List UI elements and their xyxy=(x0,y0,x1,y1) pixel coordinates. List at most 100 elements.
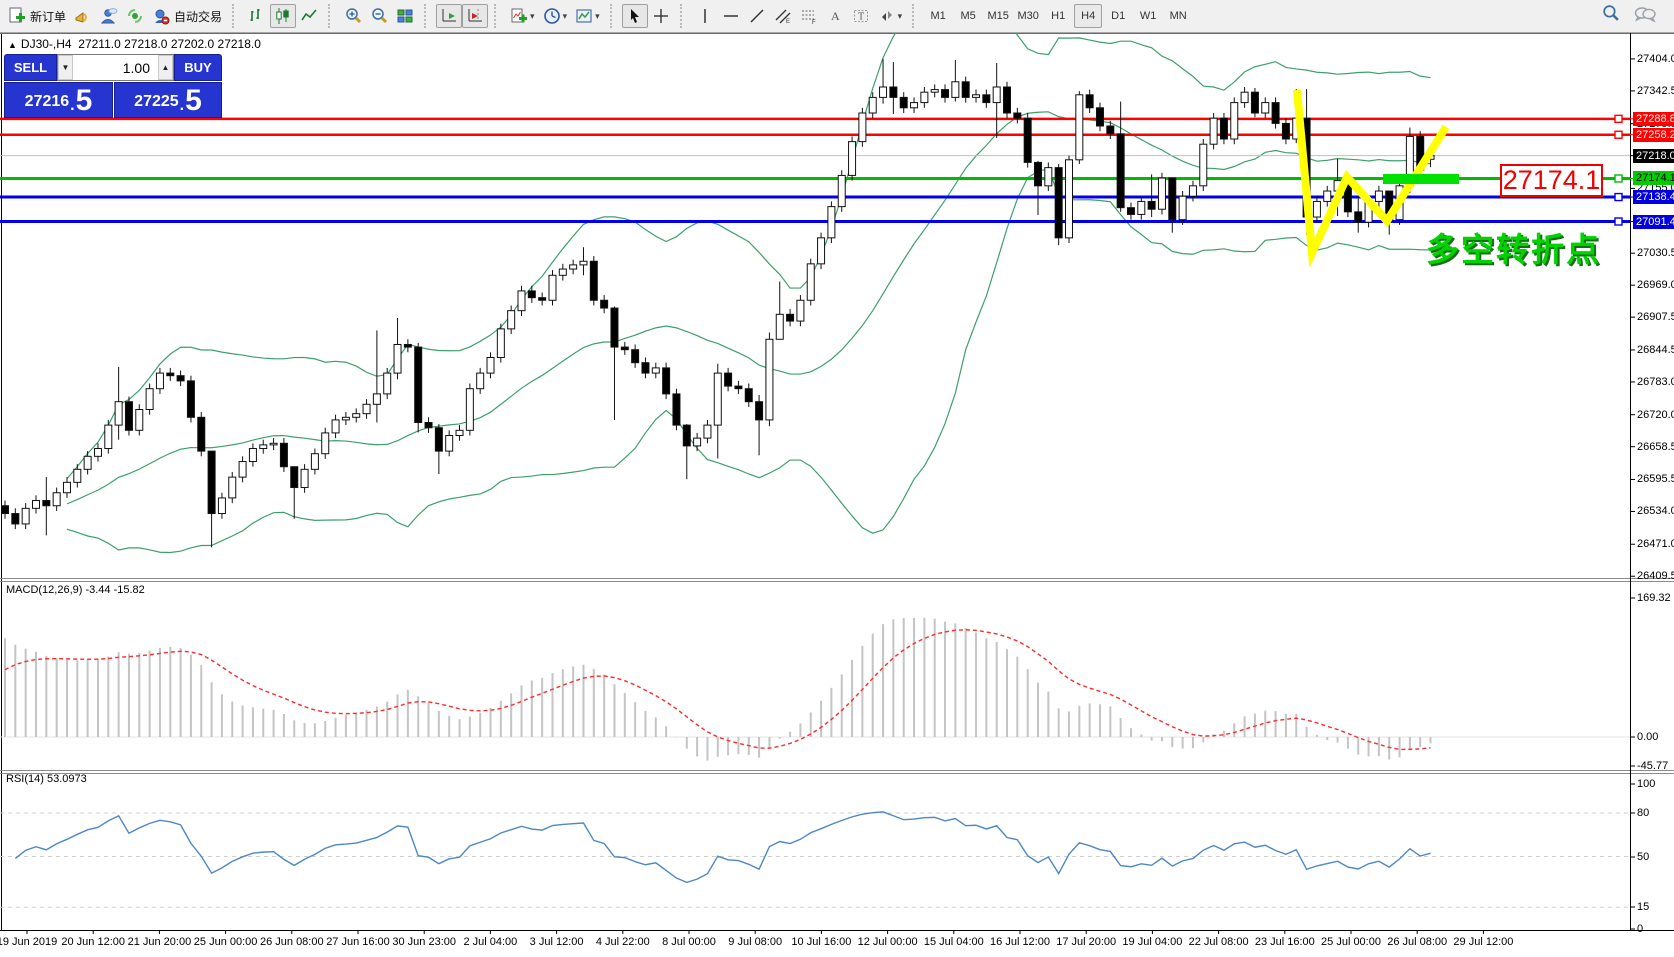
chat-icon[interactable] xyxy=(1634,5,1656,23)
trendline-button[interactable] xyxy=(744,4,770,28)
line-chart-button[interactable] xyxy=(296,4,322,28)
bar-chart-button[interactable] xyxy=(244,4,270,28)
text-button[interactable]: A xyxy=(822,4,848,28)
alerts-button[interactable] xyxy=(70,4,96,28)
cursor-button[interactable] xyxy=(622,4,648,28)
zoom-in-button[interactable] xyxy=(340,4,366,28)
candle-body xyxy=(580,261,587,265)
new-order-icon xyxy=(8,7,26,25)
text-label-button[interactable]: T xyxy=(848,4,874,28)
volume-decrease-button[interactable]: ▼ xyxy=(58,55,73,80)
tile-windows-button[interactable] xyxy=(392,4,418,28)
highlight-rectangle xyxy=(1383,174,1459,184)
candle-body xyxy=(43,501,50,506)
fibonacci-button[interactable]: F xyxy=(796,4,822,28)
candle-body xyxy=(239,462,246,478)
timeframe-button-h4[interactable]: H4 xyxy=(1074,4,1102,28)
time-label: 27 Jun 16:00 xyxy=(326,936,390,948)
time-label: 19 Jun 2019 xyxy=(0,936,57,948)
candle-body xyxy=(1210,118,1217,144)
rsi-label: RSI(14) 53.0973 xyxy=(6,773,87,785)
candle-body xyxy=(322,433,329,454)
time-label: 2 Jul 04:00 xyxy=(463,936,517,948)
volume-increase-button[interactable]: ▲ xyxy=(158,55,173,80)
price-annotation-box[interactable]: 27174.1 xyxy=(1500,164,1603,197)
indicators-button[interactable]: ▾ xyxy=(506,4,539,28)
turning-point-annotation[interactable]: 多空转折点 xyxy=(1426,223,1601,271)
candle-body xyxy=(208,451,215,513)
candle-body xyxy=(549,275,556,300)
sell-price-button[interactable]: 27216.5 xyxy=(4,82,113,118)
sell-price-pip: 5 xyxy=(76,87,93,115)
search-icon[interactable] xyxy=(1601,4,1620,23)
time-label: 30 Jun 23:00 xyxy=(392,936,456,948)
bollinger-upper-band xyxy=(67,33,1431,479)
level-line-marker xyxy=(1615,194,1622,201)
price-tag-label: 27288.8 xyxy=(1633,112,1674,126)
buy-price-button[interactable]: 27225.5 xyxy=(114,82,222,118)
timeframe-button-h1[interactable]: H1 xyxy=(1044,4,1072,28)
horizontal-line-button[interactable] xyxy=(718,4,744,28)
time-label: 12 Jul 00:00 xyxy=(858,936,918,948)
community-button[interactable] xyxy=(96,4,122,28)
candle-body xyxy=(859,113,866,142)
candle-body xyxy=(1313,201,1320,217)
candle-body xyxy=(1148,201,1155,209)
toolbar-separator xyxy=(680,4,689,28)
arrows-button[interactable]: ▾ xyxy=(874,4,907,28)
zoom-out-icon xyxy=(370,7,388,25)
candle-body xyxy=(487,357,494,373)
periods-button[interactable]: ▾ xyxy=(539,4,572,28)
candle-body xyxy=(663,368,670,394)
zoom-out-button[interactable] xyxy=(366,4,392,28)
channel-button[interactable]: E xyxy=(770,4,796,28)
auto-scroll-button[interactable] xyxy=(436,4,462,28)
candle-body xyxy=(518,291,525,311)
timeframe-button-m30[interactable]: M30 xyxy=(1014,4,1042,28)
candle-body xyxy=(384,373,391,394)
timeframe-button-m15[interactable]: M15 xyxy=(984,4,1012,28)
tile-windows-icon xyxy=(396,7,414,25)
level-line-marker xyxy=(1615,131,1622,138)
buy-button[interactable]: BUY xyxy=(174,54,222,81)
timeframe-button-mn[interactable]: MN xyxy=(1164,4,1192,28)
clock-icon xyxy=(543,7,561,25)
crosshair-button[interactable] xyxy=(648,4,674,28)
candle-body xyxy=(590,261,597,300)
volume-spinner: ▼ 1.00 ▲ xyxy=(57,54,174,81)
chart-canvas[interactable] xyxy=(0,33,1674,957)
auto-trading-button[interactable]: 自动交易 xyxy=(148,4,226,28)
candle-body xyxy=(32,501,39,509)
chart-window[interactable]: ▲DJ30-,H4 27211.0 27218.0 27202.0 27218.… xyxy=(0,33,1674,957)
volume-value[interactable]: 1.00 xyxy=(73,55,158,80)
timeframe-button-m5[interactable]: M5 xyxy=(954,4,982,28)
rsi-tick-label: 15 xyxy=(1637,901,1649,913)
new-order-label: 新订单 xyxy=(30,8,66,25)
toolbar-separator xyxy=(494,4,503,28)
candle-body xyxy=(673,394,680,425)
zoom-in-icon xyxy=(344,7,362,25)
vertical-line-button[interactable] xyxy=(692,4,718,28)
candle-body xyxy=(63,482,70,492)
sell-button[interactable]: SELL xyxy=(4,54,57,81)
candlestick-chart-button[interactable] xyxy=(270,4,296,28)
candle-body xyxy=(1055,168,1062,238)
auto-trading-label: 自动交易 xyxy=(174,8,222,25)
signals-button[interactable] xyxy=(122,4,148,28)
candle-body xyxy=(1375,191,1382,201)
timeframe-button-d1[interactable]: D1 xyxy=(1104,4,1132,28)
candle-body xyxy=(84,456,91,469)
new-order-button[interactable]: 新订单 xyxy=(4,4,70,28)
level-line-marker xyxy=(1615,115,1622,122)
dropdown-arrow-icon: ▾ xyxy=(898,11,903,22)
time-label: 10 Jul 16:00 xyxy=(791,936,851,948)
macd-tick-label: 0.00 xyxy=(1637,731,1658,743)
timeframe-button-w1[interactable]: W1 xyxy=(1134,4,1162,28)
price-tick-label: 26844.5 xyxy=(1637,344,1674,356)
candle-body xyxy=(373,394,380,404)
timeframe-button-m1[interactable]: M1 xyxy=(924,4,952,28)
candle-body xyxy=(1355,212,1362,222)
chart-shift-button[interactable] xyxy=(462,4,488,28)
templates-button[interactable]: ▾ xyxy=(571,4,604,28)
price-tick-label: 26595.5 xyxy=(1637,473,1674,485)
